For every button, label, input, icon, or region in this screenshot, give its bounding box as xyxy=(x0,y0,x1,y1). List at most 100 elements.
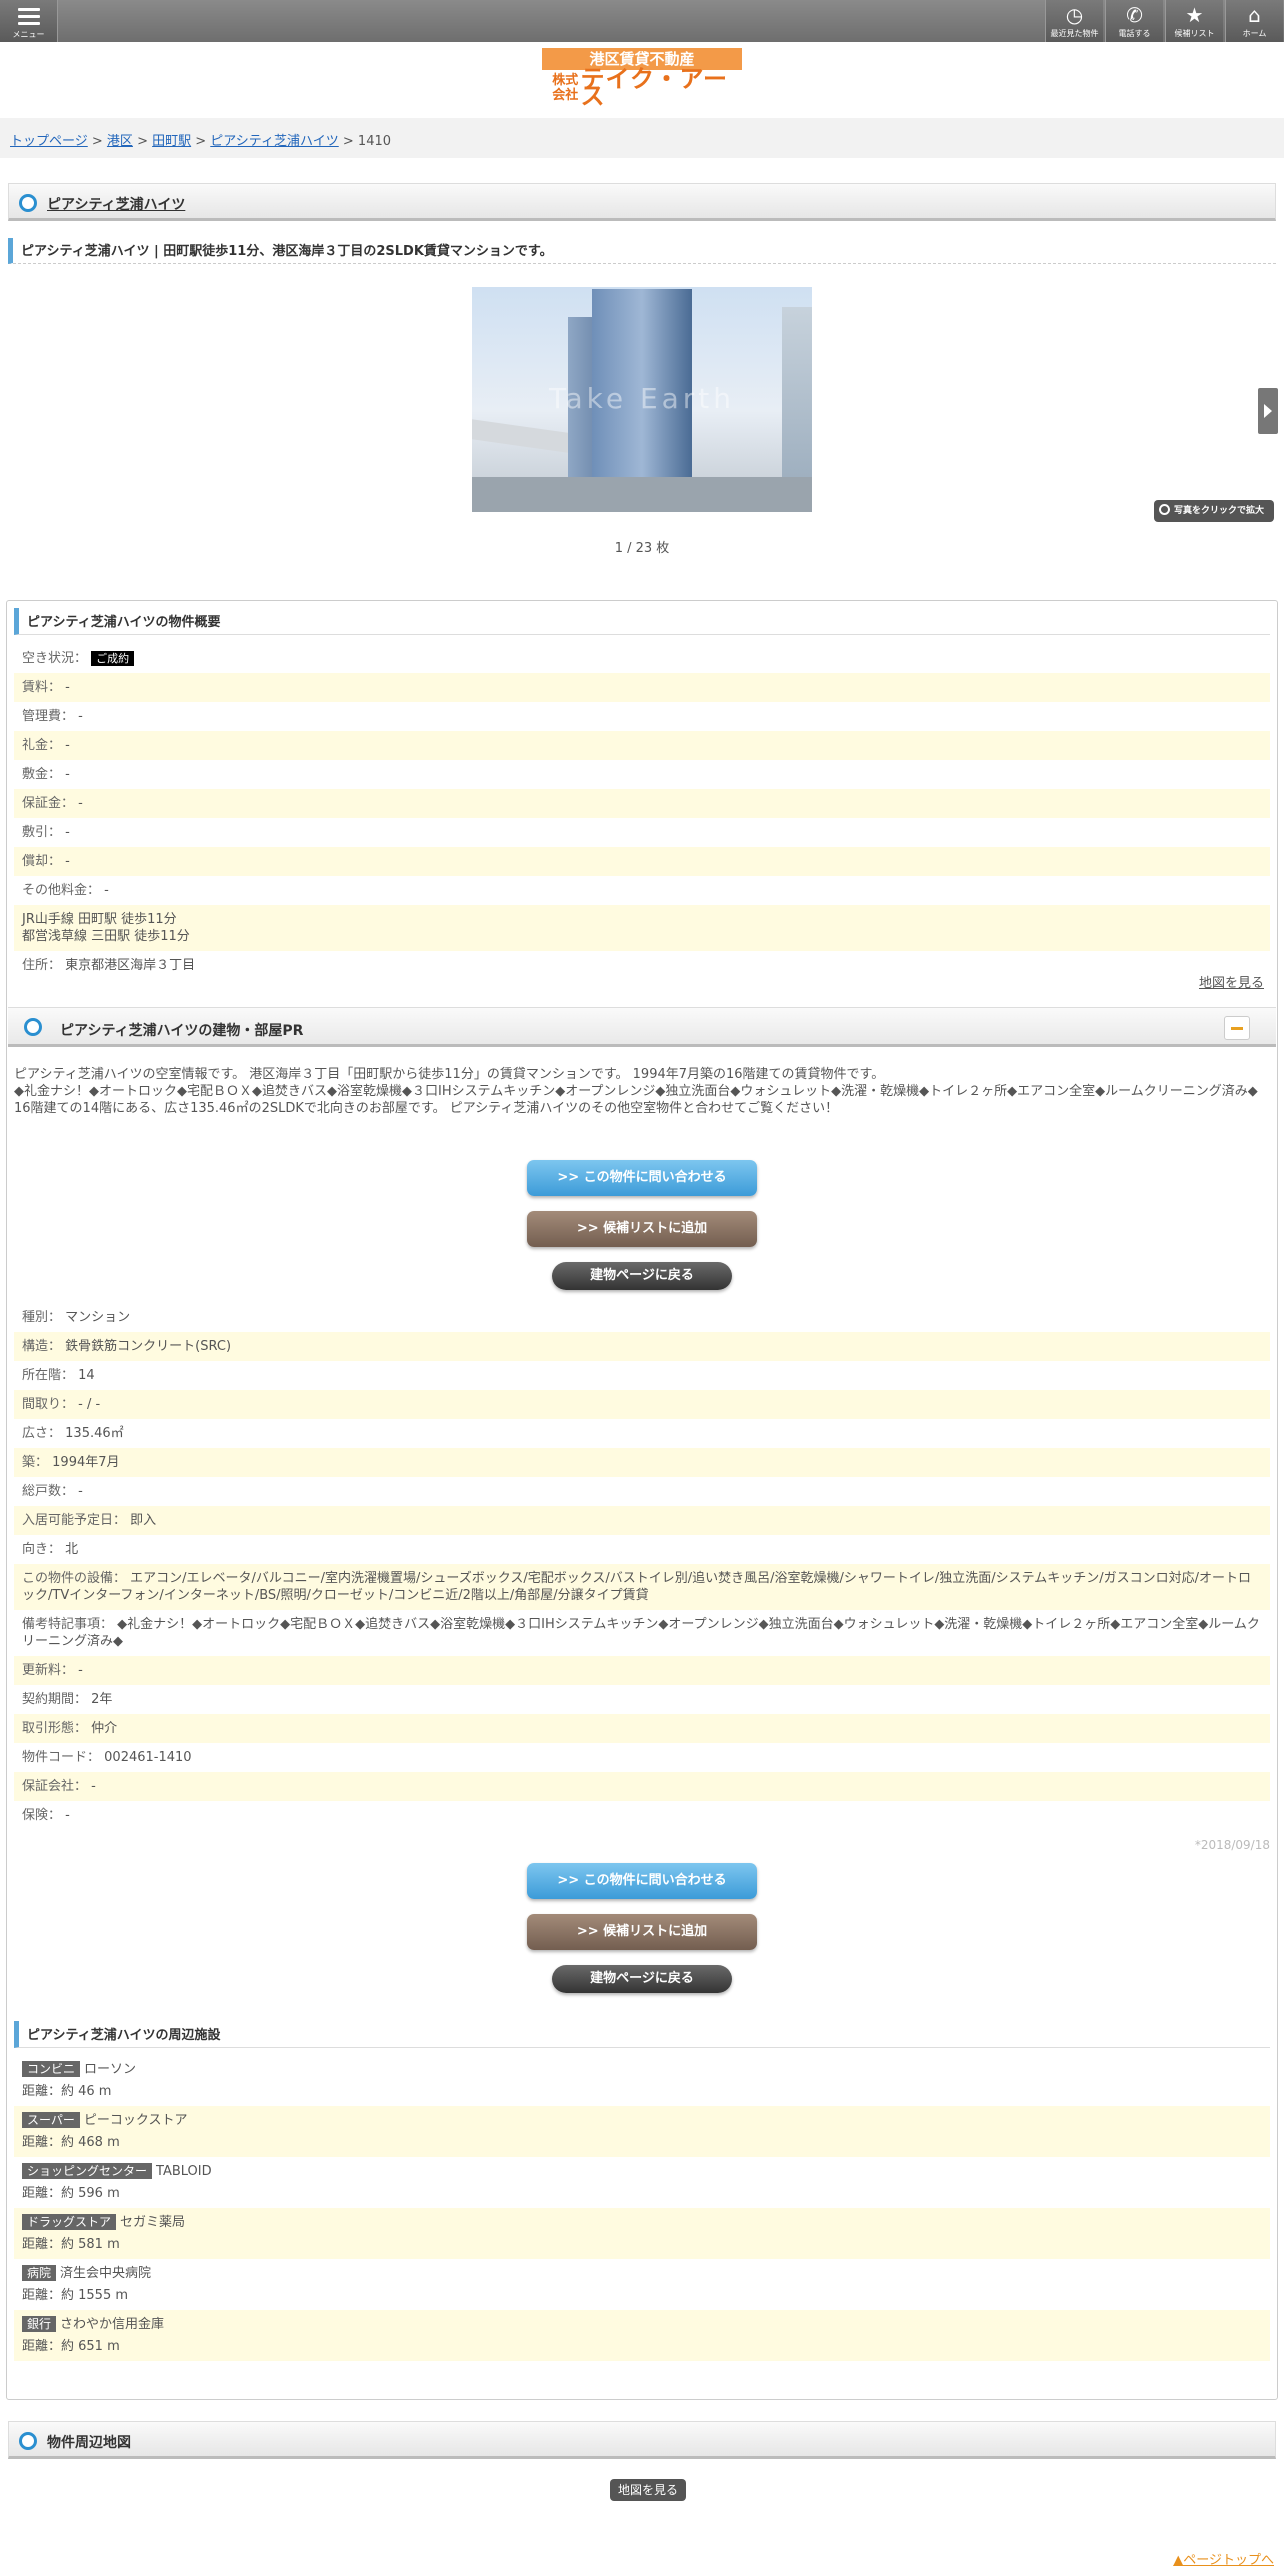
circle-icon xyxy=(19,194,37,212)
pr-paragraph: 16階建ての14階にある、広さ135.46㎡の2SLDKで北向きのお部屋です。 … xyxy=(14,1101,839,1116)
home-button[interactable]: ⌂ ホーム xyxy=(1225,0,1283,42)
spec-row: 取引形態： 仲介 xyxy=(14,1714,1270,1743)
facility-distance: 距離：約 651 m xyxy=(22,2339,120,2354)
recent-label: 最近見た物件 xyxy=(1050,29,1099,38)
category-tag: スーパー xyxy=(22,2112,80,2128)
call-label: 電話する xyxy=(1118,29,1151,38)
home-label: ホーム xyxy=(1242,29,1267,38)
spec-row: 備考特記事項： ◆礼金ナシ！◆オートロック◆宅配ＢＯＸ◆追焚きバス◆浴室乾燥機◆… xyxy=(14,1610,1270,1656)
phone-icon: ✆ xyxy=(1126,3,1143,27)
nearby-heading: ピアシティ芝浦ハイツの周辺施設 xyxy=(14,2021,1270,2048)
zoom-photo-button[interactable]: 写真をクリックで拡大 xyxy=(1154,500,1274,522)
row-key: 敷金： xyxy=(22,767,62,782)
spec-row: 築： 1994年7月 xyxy=(14,1448,1270,1477)
row-key: 物件コード： xyxy=(22,1750,101,1765)
row-key: 賃料： xyxy=(22,680,62,695)
add-to-list-button[interactable]: >> 候補リストに追加 xyxy=(527,1211,757,1247)
pr-text: ピアシティ芝浦ハイツの空室情報です。 港区海岸３丁目「田町駅から徒歩11分」の賃… xyxy=(14,1066,1270,1117)
magnifier-icon xyxy=(1159,504,1170,515)
row-value: - xyxy=(78,796,83,811)
row-value: - xyxy=(78,1663,83,1678)
home-icon: ⌂ xyxy=(1248,3,1261,27)
status-badge: ご成約 xyxy=(91,651,135,666)
row-key: 備考特記事項： xyxy=(22,1617,114,1632)
lead-text: ピアシティ芝浦ハイツ | 田町駅徒歩11分、港区海岸３丁目の2SLDK賃貸マンシ… xyxy=(8,238,1276,264)
row-value: - xyxy=(65,1808,70,1823)
page-title[interactable]: ピアシティ芝浦ハイツ xyxy=(47,194,185,214)
overview-row: 管理費： - xyxy=(14,702,1270,731)
next-photo-arrow-icon[interactable] xyxy=(1258,388,1278,434)
updated-date: *2018/09/18 xyxy=(1194,1838,1270,1852)
pr-heading-bar: ピアシティ芝浦ハイツの建物・部屋PR xyxy=(8,1007,1276,1047)
breadcrumb-tamachi[interactable]: 田町駅 xyxy=(152,134,191,149)
recent-button[interactable]: ◷ 最近見た物件 xyxy=(1045,0,1103,42)
row-value: マンション xyxy=(65,1310,131,1325)
category-tag: ショッピングセンター xyxy=(22,2163,153,2179)
row-key: この物件の設備： xyxy=(22,1571,127,1586)
row-value: - xyxy=(104,883,109,898)
breadcrumb-sep: > xyxy=(87,134,107,149)
view-map-link[interactable]: 地図を見る xyxy=(1199,972,1264,991)
property-photo[interactable]: Take Earth xyxy=(472,287,812,512)
address-value: 東京都港区海岸３丁目 xyxy=(65,958,196,973)
add-to-list-button-bottom[interactable]: >> 候補リストに追加 xyxy=(527,1914,757,1950)
row-value: - xyxy=(65,738,70,753)
row-key: 保険： xyxy=(22,1808,62,1823)
menu-button[interactable]: メニュー xyxy=(0,0,58,42)
favorites-button[interactable]: ★ 候補リスト xyxy=(1165,0,1223,42)
overview-list: 空き状況： ご成約 賃料： - 管理費： - 礼金： - 敷金： - 保証金： … xyxy=(14,644,1270,980)
breadcrumb-minato[interactable]: 港区 xyxy=(107,134,133,149)
row-value: 2年 xyxy=(91,1692,113,1707)
logo-name: テイク・アース xyxy=(580,65,729,110)
back-to-building-button[interactable]: 建物ページに戻る xyxy=(552,1262,732,1290)
facility-distance: 距離：約 596 m xyxy=(22,2186,120,2201)
row-value: 即入 xyxy=(130,1513,157,1528)
row-value: - xyxy=(91,1779,96,1794)
breadcrumb-current: 1410 xyxy=(357,134,392,149)
map-heading-bar: 物件周辺地図 xyxy=(8,2421,1276,2459)
spec-row: 種別： マンション xyxy=(14,1303,1270,1332)
spec-row: 更新料： - xyxy=(14,1656,1270,1685)
nearby-item: ショッピングセンター TABLOID 距離：約 596 m xyxy=(14,2157,1270,2208)
breadcrumb-top[interactable]: トップページ xyxy=(10,134,88,149)
site-logo[interactable]: 港区賃貸不動産 株式会社 テイク・アース xyxy=(542,48,742,108)
row-key: 向き： xyxy=(22,1542,62,1557)
collapse-toggle-icon[interactable] xyxy=(1224,1016,1250,1040)
row-value: - xyxy=(65,825,70,840)
nearby-item: ドラッグストア セガミ薬局 距離：約 581 m xyxy=(14,2208,1270,2259)
row-value: エアコン/エレベータ/バルコニー/室内洗濯機置場/シューズボックス/宅配ボックス… xyxy=(22,1571,1252,1603)
overview-row: 賃料： - xyxy=(14,673,1270,702)
row-value: 北 xyxy=(65,1542,79,1557)
breadcrumb-building[interactable]: ピアシティ芝浦ハイツ xyxy=(210,134,338,149)
inquiry-button[interactable]: >> この物件に問い合わせる xyxy=(527,1160,757,1196)
menu-icon xyxy=(18,8,40,26)
row-value: 135.46㎡ xyxy=(65,1426,124,1441)
category-tag: 病院 xyxy=(22,2265,57,2281)
row-key: 入居可能予定日： xyxy=(22,1513,127,1528)
overview-row: 保証金： - xyxy=(14,789,1270,818)
call-button[interactable]: ✆ 電話する xyxy=(1105,0,1163,42)
nearby-item: 病院 済生会中央病院 距離：約 1555 m xyxy=(14,2259,1270,2310)
row-key: 敷引： xyxy=(22,825,62,840)
overview-row: 敷金： - xyxy=(14,760,1270,789)
row-value: - xyxy=(65,854,70,869)
menu-label: メニュー xyxy=(12,30,45,39)
circle-icon xyxy=(24,1018,42,1036)
back-to-building-button-bottom[interactable]: 建物ページに戻る xyxy=(552,1965,732,1993)
breadcrumb: トップページ > 港区 > 田町駅 > ピアシティ芝浦ハイツ > 1410 xyxy=(0,118,1284,158)
pr-paragraph: ピアシティ芝浦ハイツの空室情報です。 港区海岸３丁目「田町駅から徒歩11分」の賃… xyxy=(14,1067,885,1082)
favorites-label: 候補リスト xyxy=(1174,29,1215,38)
spec-row: 入居可能予定日： 即入 xyxy=(14,1506,1270,1535)
top-bar: メニュー ◷ 最近見た物件 ✆ 電話する ★ 候補リスト ⌂ ホーム xyxy=(0,0,1284,42)
page-top-link[interactable]: ▲ページトップへ xyxy=(1173,2549,1274,2568)
show-map-button[interactable]: 地図を見る xyxy=(610,2479,686,2501)
nearby-item: スーパー ピーコックストア 距離：約 468 m xyxy=(14,2106,1270,2157)
inquiry-button-bottom[interactable]: >> この物件に問い合わせる xyxy=(527,1863,757,1899)
row-key: 構造： xyxy=(22,1339,62,1354)
facility-distance: 距離：約 46 m xyxy=(22,2084,112,2099)
spec-row: 所在階： 14 xyxy=(14,1361,1270,1390)
status-row: 空き状況： ご成約 xyxy=(14,644,1270,673)
row-key: 保証金： xyxy=(22,796,75,811)
spec-row: 間取り： - / - xyxy=(14,1390,1270,1419)
row-key: 礼金： xyxy=(22,738,62,753)
